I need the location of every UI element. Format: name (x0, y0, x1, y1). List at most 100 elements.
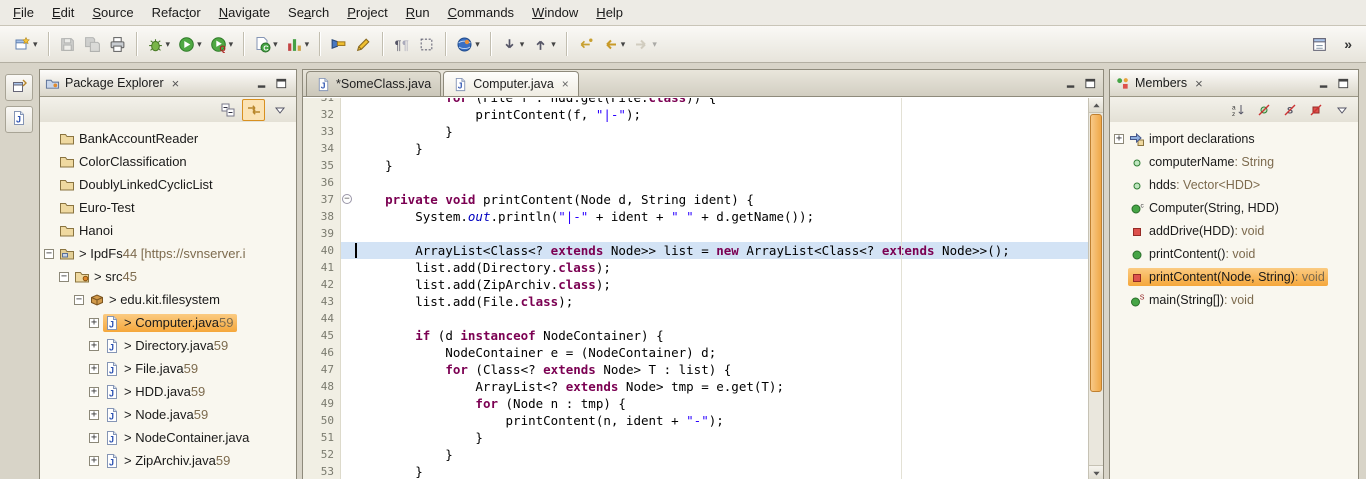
code-line[interactable]: 31 for (File f : hdd.get(File.class)) { (303, 98, 1103, 106)
menu-file[interactable]: File (4, 1, 43, 24)
code-line[interactable]: 50 printContent(n, ident + "-"); (303, 412, 1103, 429)
code-line[interactable]: 45 if (d instanceof NodeContainer) { (303, 327, 1103, 344)
code-line[interactable]: 37− private void printContent(Node d, St… (303, 191, 1103, 208)
code-text[interactable] (355, 310, 1103, 327)
editor-window-button[interactable] (1307, 28, 1332, 60)
line-number[interactable]: 49 (303, 395, 341, 412)
code-text[interactable]: printContent(n, ident + "-"); (355, 412, 1103, 429)
code-line[interactable]: 46 NodeContainer e = (NodeContainer) d; (303, 344, 1103, 361)
code-line[interactable]: 49 for (Node n : tmp) { (303, 395, 1103, 412)
fold-minus-icon[interactable]: − (342, 194, 352, 204)
toolbar-overflow-button[interactable]: » (1336, 36, 1360, 52)
menu-source[interactable]: Source (83, 1, 142, 24)
code-line[interactable]: 41 list.add(Directory.class); (303, 259, 1103, 276)
line-number[interactable]: 50 (303, 412, 341, 429)
line-number[interactable]: 33 (303, 123, 341, 140)
close-icon[interactable]: × (562, 78, 569, 90)
dropdown-caret-icon[interactable]: ▾ (197, 40, 202, 49)
member-item-printcontent[interactable]: printContent() : void (1110, 242, 1358, 265)
line-number[interactable]: 35 (303, 157, 341, 174)
maximize-button[interactable] (1334, 75, 1353, 92)
tree-item-hanoi[interactable]: Hanoi (40, 219, 296, 242)
code-text[interactable]: ArrayList<Class<? extends Node>> list = … (355, 242, 1103, 259)
dropdown-caret-icon[interactable]: ▾ (652, 40, 657, 49)
code-line[interactable]: 43 list.add(File.class); (303, 293, 1103, 310)
print-button[interactable] (105, 28, 130, 60)
line-number[interactable]: 37 (303, 191, 341, 208)
dropdown-caret-icon[interactable]: ▾ (621, 40, 626, 49)
code-line[interactable]: 39 (303, 225, 1103, 242)
code-text[interactable]: } (355, 157, 1103, 174)
tree-item-edu-kit-filesystem[interactable]: −> edu.kit.filesystem (40, 288, 296, 311)
tree-item-directory-java[interactable]: +J> Directory.java 59 (40, 334, 296, 357)
save-all-button[interactable] (80, 28, 105, 60)
close-icon[interactable]: × (1192, 77, 1206, 90)
code-text[interactable]: for (File f : hdd.get(File.class)) { (355, 98, 1103, 106)
expander-icon[interactable]: + (89, 387, 99, 397)
tree-item-nodecontainer-java[interactable]: +J> NodeContainer.java (40, 426, 296, 449)
line-number[interactable]: 46 (303, 344, 341, 361)
code-text[interactable]: NodeContainer e = (NodeContainer) d; (355, 344, 1103, 361)
previous-annotation-button[interactable]: ▾ (528, 28, 560, 60)
code-line[interactable]: 34 } (303, 140, 1103, 157)
coverage-button[interactable]: ▾ (282, 28, 314, 60)
menu-help[interactable]: Help (587, 1, 632, 24)
code-text[interactable]: } (355, 123, 1103, 140)
menu-run[interactable]: Run (397, 1, 439, 24)
tree-item-src[interactable]: −> src 45 (40, 265, 296, 288)
editor-scrollbar[interactable] (1088, 98, 1103, 479)
member-item-printcontent-node-string[interactable]: printContent(Node, String) : void (1110, 265, 1358, 288)
dropdown-caret-icon[interactable]: ▾ (551, 40, 556, 49)
expander-icon[interactable]: + (89, 341, 99, 351)
code-line[interactable]: 47 for (Class<? extends Node> T : list) … (303, 361, 1103, 378)
dropdown-caret-icon[interactable]: ▾ (475, 40, 480, 49)
block-selection-button[interactable] (414, 28, 439, 60)
expander-icon[interactable]: − (74, 295, 84, 305)
minimize-button[interactable] (1315, 75, 1334, 92)
scrollbar-thumb[interactable] (1090, 114, 1102, 392)
line-number[interactable]: 47 (303, 361, 341, 378)
expander-icon[interactable]: + (89, 410, 99, 420)
minimize-button[interactable] (253, 75, 272, 92)
hide-static-button[interactable]: S (1278, 99, 1301, 121)
dropdown-caret-icon[interactable]: ▾ (166, 40, 171, 49)
menu-edit[interactable]: Edit (43, 1, 83, 24)
line-number[interactable]: 52 (303, 446, 341, 463)
expander-icon[interactable]: + (89, 318, 99, 328)
code-line[interactable]: 53 } (303, 463, 1103, 479)
save-button[interactable] (55, 28, 80, 60)
code-text[interactable]: } (355, 463, 1103, 479)
expander-icon[interactable]: + (89, 433, 99, 443)
code-line[interactable]: 32 printContent(f, "|-"); (303, 106, 1103, 123)
expander-icon[interactable]: + (89, 456, 99, 466)
tree-item-bankaccountreader[interactable]: BankAccountReader (40, 127, 296, 150)
dropdown-caret-icon[interactable]: ▾ (520, 40, 525, 49)
member-item-adddrive-hdd[interactable]: addDrive(HDD) : void (1110, 219, 1358, 242)
tree-item-doublylinkedcycliclist[interactable]: DoublyLinkedCyclicList (40, 173, 296, 196)
next-annotation-button[interactable]: ▾ (497, 28, 529, 60)
view-menu-button[interactable] (268, 99, 291, 121)
minimized-editor-button[interactable]: J (5, 106, 33, 133)
code-text[interactable]: ArrayList<? extends Node> tmp = e.get(T)… (355, 378, 1103, 395)
line-number[interactable]: 40 (303, 242, 341, 259)
scroll-down-button[interactable] (1089, 465, 1103, 479)
line-number[interactable]: 43 (303, 293, 341, 310)
code-text[interactable]: } (355, 446, 1103, 463)
close-icon[interactable]: × (169, 77, 183, 90)
line-number[interactable]: 42 (303, 276, 341, 293)
menu-navigate[interactable]: Navigate (210, 1, 279, 24)
member-item-import-declarations[interactable]: +import declarations (1110, 127, 1358, 150)
line-number[interactable]: 36 (303, 174, 341, 191)
expander-icon[interactable]: + (89, 364, 99, 374)
tree-item-euro-test[interactable]: Euro-Test (40, 196, 296, 219)
editor-tab-computer-java[interactable]: JComputer.java× (443, 71, 579, 96)
view-menu-button[interactable] (1330, 99, 1353, 121)
line-number[interactable]: 38 (303, 208, 341, 225)
member-item-hdds[interactable]: hdds : Vector<HDD> (1110, 173, 1358, 196)
code-text[interactable]: System.out.println("|-" + ident + " " + … (355, 208, 1103, 225)
dropdown-caret-icon[interactable]: ▾ (229, 40, 234, 49)
link-with-editor-button[interactable] (242, 99, 265, 121)
line-number[interactable]: 39 (303, 225, 341, 242)
back-button[interactable]: ▾ (598, 28, 630, 60)
scroll-up-button[interactable] (1089, 98, 1103, 113)
